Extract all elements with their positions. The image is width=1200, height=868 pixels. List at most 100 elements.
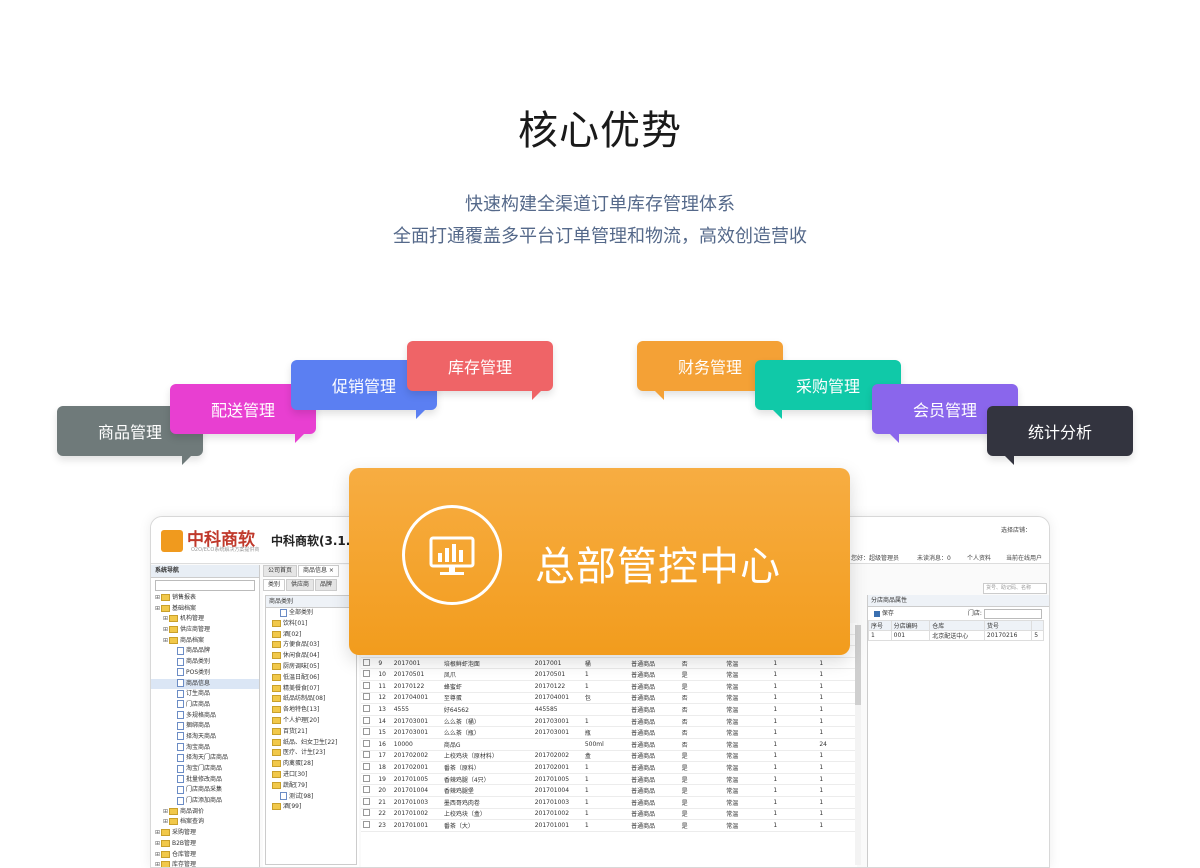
category-item[interactable]: 厨房调味[05] <box>266 662 356 673</box>
category-item[interactable]: 酒[99] <box>266 802 356 813</box>
nav-item[interactable]: 淘宝商品 <box>151 743 259 754</box>
nav-item[interactable]: ⊞ 基础档案 <box>151 604 259 615</box>
row-checkbox[interactable] <box>363 820 370 828</box>
row-checkbox-cell[interactable] <box>361 703 377 716</box>
branch-row[interactable]: 1 001 北京配送中心 20170216 5 <box>868 630 1044 641</box>
category-item[interactable]: 方便食品[03] <box>266 640 356 651</box>
expand-icon[interactable]: ⊞ <box>163 817 168 828</box>
row-checkbox[interactable] <box>363 693 370 701</box>
row-checkbox[interactable] <box>363 797 370 805</box>
category-item[interactable]: 百货[21] <box>266 727 356 738</box>
row-checkbox[interactable] <box>363 728 370 736</box>
search-input[interactable]: 货号、助记码、名称 <box>983 583 1047 594</box>
nav-item[interactable]: ⊞ 档案查询 <box>151 817 259 828</box>
nav-item[interactable]: ⊞ 销售报表 <box>151 593 259 604</box>
category-item[interactable]: 医疗、计生[23] <box>266 748 356 759</box>
table-row[interactable]: 11 20170122 蜂蜜虾 20170122 1 普通商品是常温 1 1 <box>361 680 857 693</box>
category-item[interactable]: 各地特色[13] <box>266 705 356 716</box>
expand-icon[interactable]: ⊞ <box>163 625 168 636</box>
nav-item[interactable]: POS类别 <box>151 668 259 679</box>
expand-icon[interactable]: ⊞ <box>163 614 168 625</box>
table-row[interactable]: 17 201702002 上校鸡块（原材料） 201702002 盒普通商品是常温 1 1 <box>361 750 857 763</box>
category-item[interactable]: 测试[98] <box>266 792 356 803</box>
table-row[interactable]: 15 201703001 么么茶（瓶） 201703001 瓶普通商品否常温 1 1 <box>361 726 857 739</box>
nav-item[interactable]: 捆绑商品 <box>151 721 259 732</box>
nav-item[interactable]: ⊞ 仓库管理 <box>151 850 259 861</box>
row-checkbox[interactable] <box>363 751 370 759</box>
row-checkbox-cell[interactable] <box>361 808 377 821</box>
category-item[interactable]: 纸品、妇女卫生[22] <box>266 738 356 749</box>
row-checkbox-cell[interactable] <box>361 819 377 832</box>
nav-item[interactable]: ⊞ 供应商管理 <box>151 625 259 636</box>
row-checkbox-cell[interactable] <box>361 796 377 809</box>
row-checkbox[interactable] <box>363 774 370 782</box>
tab-product-info[interactable]: 商品信息 × <box>298 565 339 577</box>
table-row[interactable]: 12 201704001 至尊蛋 201704001 包普通商品否常温 1 1 <box>361 692 857 705</box>
category-item[interactable]: 酒[02] <box>266 630 356 641</box>
table-row[interactable]: 23 201701001 番茶（大） 201701001 1 普通商品是常温 1 1 <box>361 819 857 832</box>
nav-item[interactable]: ⊞ 机构管理 <box>151 614 259 625</box>
row-checkbox-cell[interactable] <box>361 784 377 797</box>
unread-messages[interactable]: 未读消息：0 <box>917 553 951 562</box>
expand-icon[interactable]: ⊞ <box>163 807 168 818</box>
row-checkbox-cell[interactable] <box>361 750 377 763</box>
table-row[interactable]: 21 201701003 墨西哥鸡肉卷 201701003 1 普通商品是常温 1 1 <box>361 796 857 809</box>
table-row[interactable]: 22 201701002 上校鸡块（盒） 201701002 1 普通商品是常温 1 1 <box>361 808 857 821</box>
save-button[interactable]: 保存 <box>882 610 894 617</box>
nav-item[interactable]: 商品类别 <box>151 657 259 668</box>
nav-item[interactable]: 门店商品采集 <box>151 785 259 796</box>
expand-icon[interactable]: ⊞ <box>155 593 160 604</box>
online-users-link[interactable]: 当前在线用户 <box>1006 553 1042 562</box>
nav-item[interactable]: ⊞ 商品档案 <box>151 636 259 647</box>
row-checkbox-cell[interactable] <box>361 692 377 705</box>
row-checkbox-cell[interactable] <box>361 726 377 739</box>
row-checkbox[interactable] <box>363 762 370 770</box>
row-checkbox-cell[interactable] <box>361 715 377 728</box>
table-row[interactable]: 18 201702001 番茶（原料） 201702001 1 普通商品是常温 1 1 <box>361 761 857 774</box>
nav-item[interactable]: 订生商品 <box>151 689 259 700</box>
nav-item[interactable]: 商品信息 <box>151 678 259 690</box>
nav-item[interactable]: 多规格商品 <box>151 711 259 722</box>
category-item[interactable]: 全部类别 <box>266 608 356 619</box>
nav-item[interactable]: ⊞ 商品调价 <box>151 807 259 818</box>
table-row[interactable]: 13 4555 好64562 445585 普通商品否常温 1 1 <box>361 703 857 716</box>
category-item[interactable]: 进口[30] <box>266 770 356 781</box>
grid-scrollbar[interactable] <box>855 625 861 865</box>
nav-item[interactable]: 门店添加商品 <box>151 796 259 807</box>
expand-icon[interactable]: ⊞ <box>155 604 160 615</box>
expand-icon[interactable]: ⊞ <box>155 828 160 839</box>
tab-brand[interactable]: 品牌 <box>315 579 338 591</box>
table-row[interactable]: 16 10000 商品G 500ml 普通商品否常温 1 24 <box>361 738 857 751</box>
row-checkbox[interactable] <box>363 670 370 678</box>
expand-icon[interactable]: ⊞ <box>163 636 168 647</box>
expand-icon[interactable]: ⊞ <box>155 860 160 867</box>
category-item[interactable]: 纸品纺制品[08] <box>266 694 356 705</box>
category-item[interactable]: 饮料[01] <box>266 619 356 630</box>
row-checkbox-cell[interactable] <box>361 657 377 670</box>
nav-item[interactable]: 淘宝门店商品 <box>151 764 259 775</box>
tab-category[interactable]: 类别 <box>263 579 286 591</box>
expand-icon[interactable]: ⊞ <box>155 839 160 850</box>
nav-select[interactable] <box>155 580 255 591</box>
table-row[interactable]: 9 2017001 培根鲜虾泡面 2017001 桶普通商品否常温 1 1 <box>361 657 857 670</box>
expand-icon[interactable]: ⊞ <box>155 850 160 861</box>
category-item[interactable]: 低温日配[06] <box>266 673 356 684</box>
row-checkbox-cell[interactable] <box>361 773 377 786</box>
table-row[interactable]: 14 201703001 么么茶（桶） 201703001 1 普通商品否常温 1 1 <box>361 715 857 728</box>
category-item[interactable]: 休闲食品[04] <box>266 651 356 662</box>
row-checkbox-cell[interactable] <box>361 738 377 751</box>
select-shop-label[interactable]: 选择店铺： <box>1001 525 1031 534</box>
table-row[interactable]: 10 20170501 凤爪 20170501 1 普通商品是常温 1 1 <box>361 668 857 681</box>
row-checkbox[interactable] <box>363 704 370 712</box>
tab-home[interactable]: 公司首页 <box>263 565 298 577</box>
table-row[interactable]: 20 201701004 香辣鸡腿堡 201701004 1 普通商品是常温 1 1 <box>361 784 857 797</box>
branch-attributes-tab[interactable]: 分店商品属性 <box>868 595 1049 607</box>
row-checkbox[interactable] <box>363 716 370 724</box>
nav-item[interactable]: 择淘天门店商品 <box>151 753 259 764</box>
tab-supplier[interactable]: 供应商 <box>286 579 315 591</box>
nav-item[interactable]: 批量修改商品 <box>151 775 259 786</box>
row-checkbox[interactable] <box>363 809 370 817</box>
row-checkbox[interactable] <box>363 739 370 747</box>
row-checkbox[interactable] <box>363 786 370 794</box>
store-select[interactable] <box>983 608 1042 619</box>
